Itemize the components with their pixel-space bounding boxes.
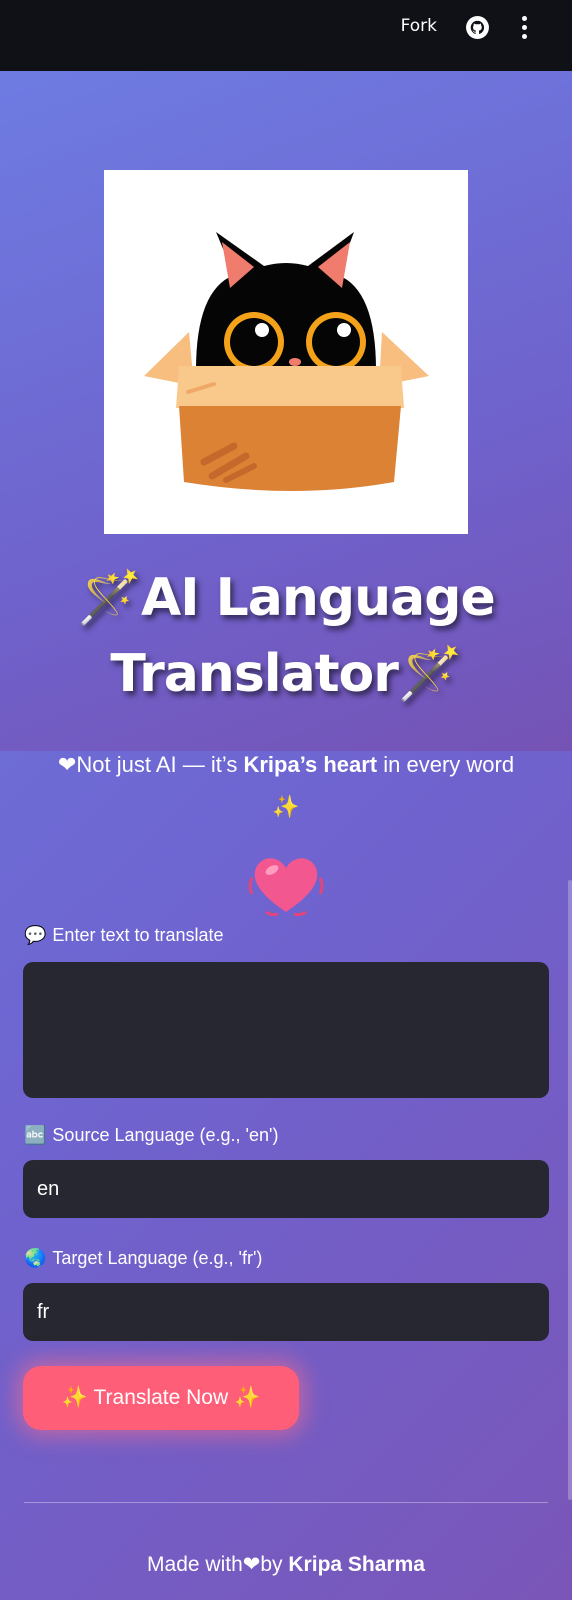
text-input-label: 💬 Enter text to translate: [24, 925, 224, 945]
fork-button[interactable]: Fork: [401, 16, 437, 36]
tagline-suffix: in every word: [377, 752, 515, 777]
globe-icon: 🌏: [24, 1248, 47, 1268]
speech-bubble-icon: 💬: [24, 925, 47, 945]
cat-in-box-image: [104, 170, 468, 534]
source-language-label: 🔤 Source Language (e.g., 'en'): [24, 1125, 279, 1145]
sparkles-icon: ✨: [272, 794, 300, 819]
kebab-menu-icon[interactable]: [520, 16, 528, 40]
translate-now-button[interactable]: ✨ Translate Now ✨: [23, 1366, 299, 1430]
footer-credit: Made with❤by Kripa Sharma: [147, 1553, 425, 1576]
target-language-label: 🌏 Target Language (e.g., 'fr'): [24, 1248, 263, 1268]
author-name: Kripa Sharma: [288, 1553, 425, 1576]
source-language-input[interactable]: [23, 1160, 549, 1218]
title-line-2: Translator🪄: [110, 644, 462, 704]
page-title: 🪄AI Language Translator🪄: [30, 560, 542, 712]
target-language-input[interactable]: [23, 1283, 549, 1341]
github-icon[interactable]: [465, 15, 490, 40]
abc-icon: 🔤: [24, 1125, 47, 1145]
divider: [24, 1502, 548, 1503]
tagline: ❤Not just AI — it’s Kripa’s heart in eve…: [24, 744, 548, 828]
text-to-translate-input[interactable]: [23, 962, 549, 1098]
scrollbar[interactable]: [568, 880, 572, 1500]
tagline-bold: Kripa’s heart: [243, 752, 378, 777]
title-line-1: 🪄AI Language: [77, 568, 496, 628]
beating-heart-icon: [248, 858, 324, 917]
heart-icon: ❤: [242, 1553, 261, 1576]
top-toolbar: Fork: [0, 0, 572, 71]
tagline-prefix: Not just AI — it’s: [76, 752, 244, 777]
heart-icon: ❤: [57, 752, 77, 777]
